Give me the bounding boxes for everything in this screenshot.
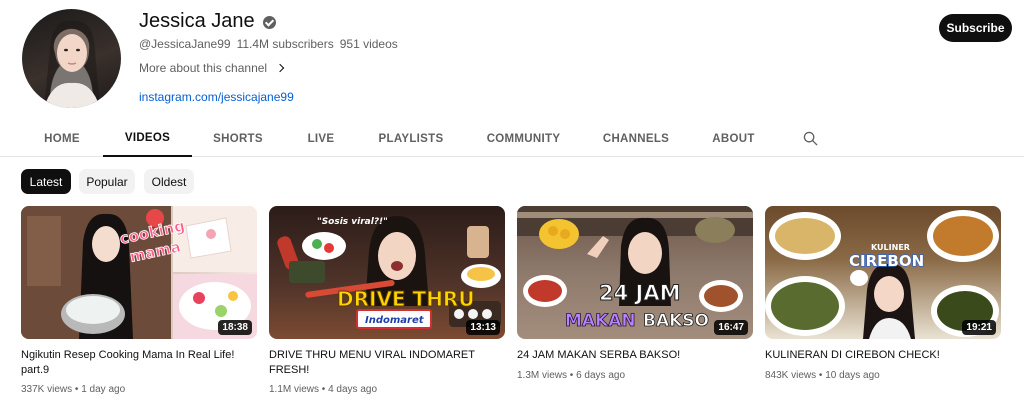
chip-oldest[interactable]: Oldest [144, 169, 194, 194]
more-about-link[interactable]: More about this channel [139, 61, 285, 75]
video-card: cooking mama 18:38 Ngikutin Resep Cookin… [21, 206, 257, 402]
video-views: 1.3M views [517, 370, 568, 381]
video-views: 843K views [765, 370, 817, 381]
video-age: 6 days ago [576, 370, 626, 381]
video-title[interactable]: KULINERAN DI CIREBON CHECK! [765, 348, 1001, 363]
tab-channels[interactable]: CHANNELS [593, 120, 679, 157]
instagram-link[interactable]: instagram.com/jessicajane99 [139, 90, 294, 104]
subscribe-button[interactable]: Subscribe [939, 14, 1012, 42]
video-views: 1.1M views [269, 384, 320, 395]
video-meta: 843K views • 10 days ago [765, 370, 880, 381]
video-card: 24 JAM MAKAN BAKSO 16:47 24 JAM MAKAN SE… [517, 206, 753, 402]
video-thumbnail[interactable]: "Sosis viral?!" DRIVE THRU Indomaret 13:… [269, 206, 505, 339]
video-age: 10 days ago [825, 370, 880, 381]
video-title[interactable]: Ngikutin Resep Cooking Mama In Real Life… [21, 348, 257, 378]
thumb-text-kuliner: KULINER [871, 243, 910, 252]
thumb-text-sosis: "Sosis viral?!" [317, 217, 388, 227]
video-meta: 1.3M views • 6 days ago [517, 370, 625, 381]
verified-check-icon [262, 16, 276, 29]
video-title[interactable]: DRIVE THRU MENU VIRAL INDOMARET FRESH! [269, 348, 505, 378]
tab-videos[interactable]: VIDEOS [103, 120, 192, 157]
video-title[interactable]: 24 JAM MAKAN SERBA BAKSO! [517, 348, 753, 363]
channel-handle: @JessicaJane99 [139, 37, 231, 51]
video-meta: 337K views • 1 day ago [21, 384, 125, 395]
chip-popular[interactable]: Popular [79, 169, 135, 194]
video-card: KULINER CIREBON 19:21 KULINERAN DI CIREB… [765, 206, 1001, 402]
video-duration: 18:38 [218, 320, 252, 335]
thumb-text-makan: MAKAN [565, 311, 636, 331]
video-age: 1 day ago [81, 384, 126, 395]
video-card: "Sosis viral?!" DRIVE THRU Indomaret 13:… [269, 206, 505, 402]
thumb-text-drive-thru: DRIVE THRU [337, 287, 475, 311]
meta-separator: • [74, 384, 79, 395]
tab-live[interactable]: LIVE [290, 120, 352, 157]
video-duration: 13:13 [466, 320, 500, 335]
chevron-right-icon [275, 63, 285, 73]
tab-home[interactable]: HOME [28, 120, 96, 157]
video-thumbnail[interactable]: KULINER CIREBON 19:21 [765, 206, 1001, 339]
more-about-label: More about this channel [139, 61, 268, 75]
video-meta: 1.1M views • 4 days ago [269, 384, 377, 395]
thumb-text-indomaret: Indomaret [365, 315, 425, 326]
channel-name: Jessica Jane [139, 10, 255, 32]
chip-latest[interactable]: Latest [21, 169, 71, 194]
thumb-text-cirebon: CIREBON [849, 252, 924, 270]
tab-community[interactable]: COMMUNITY [475, 120, 572, 157]
video-duration: 16:47 [714, 320, 748, 335]
meta-separator: • [321, 384, 326, 395]
video-duration: 19:21 [962, 320, 996, 335]
meta-separator: • [818, 370, 823, 381]
tab-playlists[interactable]: PLAYLISTS [370, 120, 452, 157]
channel-title: Jessica Jane [139, 10, 276, 33]
thumb-text-24jam: 24 JAM [599, 281, 681, 305]
thumb-text-bakso: BAKSO [643, 311, 709, 331]
video-views: 337K views [21, 384, 73, 395]
tab-shorts[interactable]: SHORTS [204, 120, 272, 157]
channel-avatar[interactable] [22, 9, 121, 108]
channel-tabs: HOME VIDEOS SHORTS LIVE PLAYLISTS COMMUN… [0, 120, 1024, 157]
video-thumbnail[interactable]: cooking mama 18:38 [21, 206, 257, 339]
video-count: 951 videos [339, 37, 398, 51]
video-thumbnail[interactable]: 24 JAM MAKAN BAKSO 16:47 [517, 206, 753, 339]
meta-separator: • [569, 370, 574, 381]
tab-about[interactable]: ABOUT [700, 120, 767, 157]
subscriber-count: 11.4M subscribers [236, 37, 334, 51]
search-icon[interactable] [803, 131, 818, 146]
video-age: 4 days ago [328, 384, 378, 395]
channel-meta: @JessicaJane99 11.4M subscribers 951 vid… [139, 37, 398, 51]
